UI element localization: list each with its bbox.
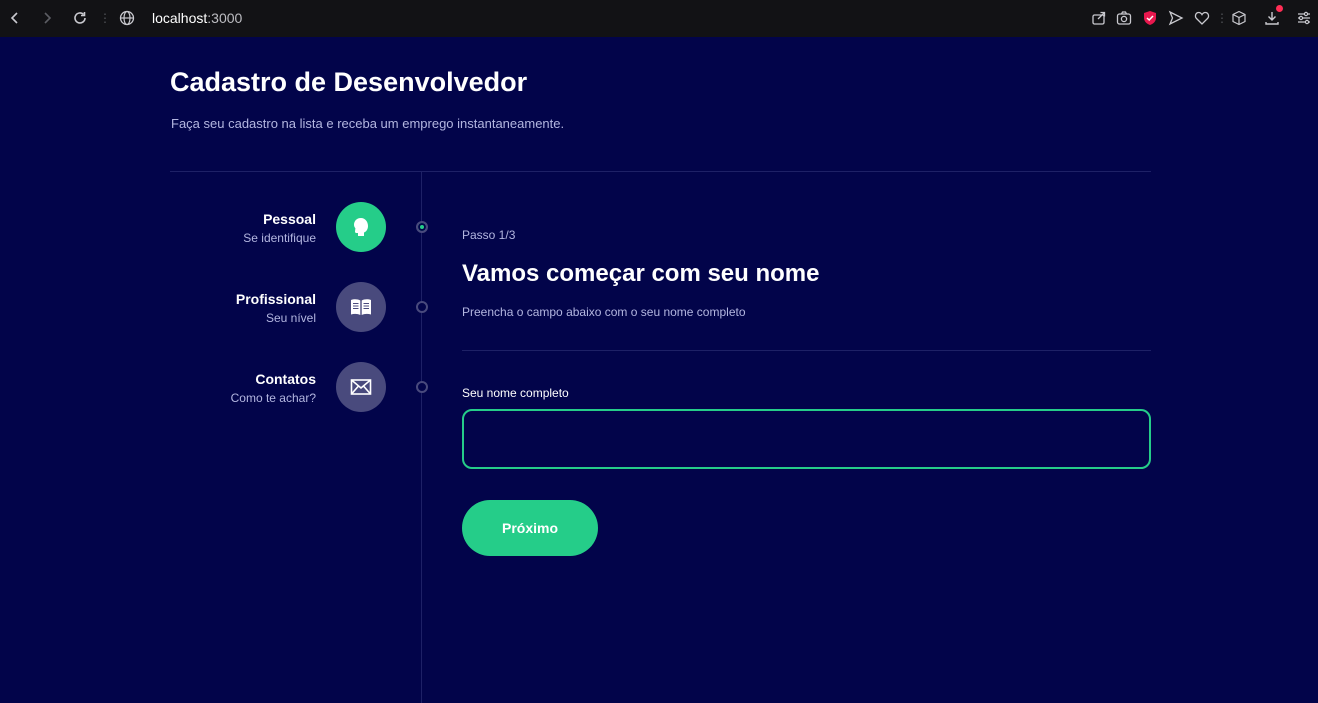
step-description: Se identifique [243,231,316,245]
url-port: :3000 [207,10,243,26]
shield-icon[interactable] [1141,9,1159,27]
forward-icon[interactable] [32,3,62,33]
step-texts: Profissional Seu nível [116,291,316,325]
form-description: Preencha o campo abaixo com o seu nome c… [462,305,746,319]
person-head-icon [336,202,386,252]
top-divider [170,171,1151,172]
step-contatos[interactable]: Contatos Como te achar? [170,362,440,414]
browser-toolbar: ⋮ localhost:3000 ⋮ [0,0,1318,37]
step-texts: Pessoal Se identifique [116,211,316,245]
form-divider [462,350,1151,351]
form-title: Vamos começar com seu nome [462,260,820,287]
globe-icon [119,10,135,26]
notification-badge [1276,5,1283,12]
settings-sliders-icon[interactable] [1295,9,1313,27]
page-subtitle: Faça seu cadastro na lista e receba um e… [171,116,565,131]
step-indicator-dot [416,301,428,313]
step-profissional[interactable]: Profissional Seu nível [170,282,440,334]
name-field-label: Seu nome completo [462,386,569,400]
page-content: Cadastro de Desenvolvedor Faça seu cadas… [0,37,1318,703]
step-pessoal[interactable]: Pessoal Se identifique [170,202,440,254]
share-icon[interactable] [1090,9,1108,27]
heart-icon[interactable] [1193,9,1211,27]
step-title: Pessoal [263,211,316,227]
book-icon [336,282,386,332]
step-counter: Passo 1/3 [462,228,516,242]
cube-icon[interactable] [1230,9,1248,27]
step-description: Como te achar? [230,391,316,405]
address-bar[interactable]: localhost:3000 [152,10,242,26]
camera-icon[interactable] [1115,9,1133,27]
step-title: Profissional [235,291,316,307]
separator-icon: ⋮ [1216,11,1228,25]
mail-icon [336,362,386,412]
step-indicator-dot [416,381,428,393]
page-title: Cadastro de Desenvolvedor [170,67,528,97]
url-host: localhost [152,10,208,26]
step-title: Contatos [255,371,316,387]
separator-icon: ⋮ [99,11,111,25]
step-description: Seu nível [265,311,316,325]
reload-icon[interactable] [65,3,95,33]
send-icon[interactable] [1167,9,1185,27]
back-icon[interactable] [0,3,30,33]
step-indicator-dot [416,221,428,233]
step-texts: Contatos Como te achar? [116,371,316,405]
next-button[interactable]: Próximo [462,500,598,556]
full-name-input[interactable] [462,409,1151,469]
